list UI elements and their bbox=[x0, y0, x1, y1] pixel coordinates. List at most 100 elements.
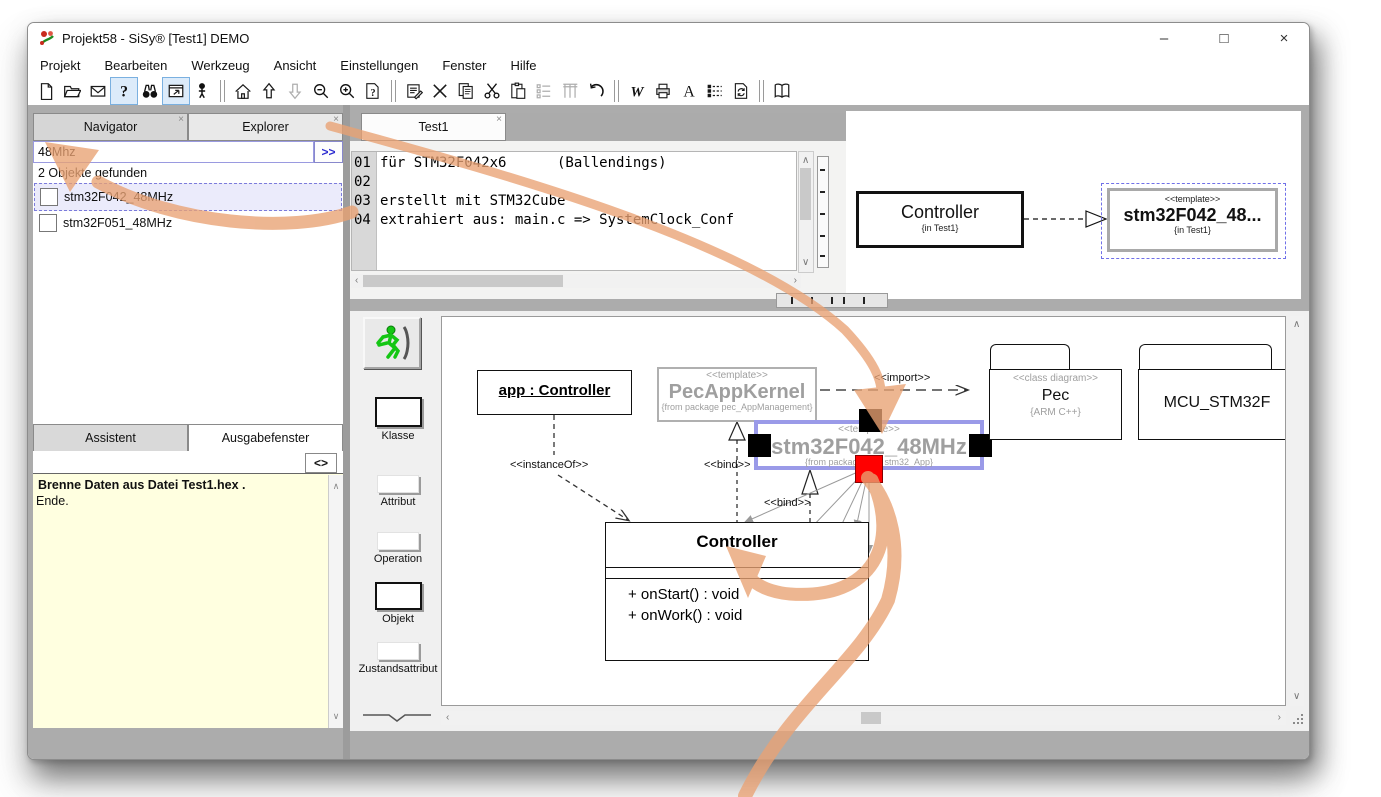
tab-ausgabefenster[interactable]: Ausgabefenster bbox=[188, 424, 343, 452]
scroll-right-icon[interactable]: › bbox=[1278, 713, 1281, 723]
menu-werkzeug[interactable]: Werkzeug bbox=[191, 58, 249, 73]
tree-list-icon[interactable] bbox=[531, 78, 557, 104]
scroll-right-icon[interactable]: › bbox=[794, 276, 797, 286]
diagram-vscrollbar[interactable]: ∧ ∨ bbox=[1290, 316, 1304, 706]
book-icon[interactable] bbox=[769, 78, 795, 104]
scroll-up-icon[interactable]: ∧ bbox=[1293, 320, 1300, 330]
palette-tool-objekt[interactable]: Objekt bbox=[356, 582, 440, 625]
code-line: für STM32F042x6 (Ballendings) bbox=[380, 155, 667, 171]
zoom-in-icon[interactable] bbox=[334, 78, 360, 104]
toolbar-separator bbox=[391, 80, 396, 102]
controller-class-node[interactable]: Controller + onStart() : void + onWork()… bbox=[605, 522, 869, 661]
pec-package-node[interactable]: <<class diagram>> Pec {ARM C++} bbox=[989, 369, 1122, 440]
panel-splitter[interactable] bbox=[343, 105, 350, 759]
open-folder-icon[interactable] bbox=[59, 78, 85, 104]
page-help-icon[interactable]: ? bbox=[360, 78, 386, 104]
menu-bearbeiten[interactable]: Bearbeiten bbox=[104, 58, 167, 73]
close-tab-icon[interactable]: × bbox=[333, 115, 339, 125]
paste-icon[interactable] bbox=[505, 78, 531, 104]
window-maximize-icon[interactable] bbox=[163, 78, 189, 104]
scroll-left-icon[interactable]: ‹ bbox=[355, 276, 358, 286]
close-tab-icon[interactable]: × bbox=[178, 115, 184, 125]
result-count: 2 Objekte gefunden bbox=[38, 166, 147, 180]
navigate-down-icon[interactable] bbox=[282, 78, 308, 104]
title-bar[interactable]: Projekt58 - SiSy® [Test1] DEMO – □ × bbox=[28, 23, 1309, 53]
font-icon[interactable]: A bbox=[676, 78, 702, 104]
list-item[interactable]: stm32F051_48MHz bbox=[34, 210, 340, 236]
resize-handle-left[interactable] bbox=[748, 434, 771, 457]
palette-tool-klasse[interactable]: Klasse bbox=[356, 397, 440, 442]
scroll-left-icon[interactable]: ‹ bbox=[446, 713, 449, 723]
attribut-shape-icon bbox=[377, 475, 419, 493]
copy-icon[interactable] bbox=[453, 78, 479, 104]
undo-icon[interactable] bbox=[583, 78, 609, 104]
overview-controller-node[interactable]: Controller {in Test1} bbox=[856, 191, 1024, 248]
scroll-down-icon[interactable]: ∨ bbox=[802, 258, 809, 268]
mcu-package-node[interactable]: MCU_STM32F bbox=[1138, 369, 1286, 440]
palette-tool-operation[interactable]: Operation bbox=[356, 532, 440, 565]
cut-icon[interactable] bbox=[479, 78, 505, 104]
output-scrollbar[interactable]: ∧ ∨ bbox=[328, 475, 343, 728]
table-columns-icon[interactable] bbox=[557, 78, 583, 104]
scroll-down-icon[interactable]: ∨ bbox=[1293, 692, 1300, 702]
scroll-up-icon[interactable]: ∧ bbox=[329, 481, 343, 492]
menu-fenster[interactable]: Fenster bbox=[442, 58, 486, 73]
search-binoculars-icon[interactable] bbox=[137, 78, 163, 104]
maximize-button[interactable]: □ bbox=[1209, 30, 1239, 47]
tab-explorer[interactable]: Explorer × bbox=[188, 113, 343, 141]
code-editor[interactable]: 01für STM32F042x6 (Ballendings) 02 03ers… bbox=[351, 151, 797, 271]
menu-einstellungen[interactable]: Einstellungen bbox=[340, 58, 418, 73]
word-export-icon[interactable]: W bbox=[624, 78, 650, 104]
menu-ansicht[interactable]: Ansicht bbox=[274, 58, 317, 73]
scroll-down-icon[interactable]: ∨ bbox=[329, 711, 343, 722]
line-number: 03 bbox=[352, 193, 376, 209]
person-icon[interactable] bbox=[189, 78, 215, 104]
diagram-hscrollbar[interactable]: ‹ › bbox=[441, 711, 1286, 725]
resize-handle-top[interactable] bbox=[859, 409, 882, 432]
search-expand-button[interactable]: >> bbox=[314, 141, 343, 163]
scrollbar-thumb[interactable] bbox=[800, 168, 811, 220]
close-button[interactable]: × bbox=[1269, 30, 1299, 47]
editor-vscrollbar[interactable]: ∧ ∨ bbox=[798, 151, 814, 273]
home-icon[interactable] bbox=[230, 78, 256, 104]
mail-icon[interactable] bbox=[85, 78, 111, 104]
navigate-up-icon[interactable] bbox=[256, 78, 282, 104]
output-console[interactable]: Brenne Daten aus Datei Test1.hex . Ende.… bbox=[33, 473, 343, 728]
diagram-canvas[interactable]: app : Controller <<instanceOf>> <<templa… bbox=[441, 316, 1286, 706]
zoom-out-icon[interactable] bbox=[308, 78, 334, 104]
resize-grip-icon[interactable] bbox=[1292, 713, 1306, 727]
delete-x-icon[interactable] bbox=[427, 78, 453, 104]
app-window: Projekt58 - SiSy® [Test1] DEMO – □ × Pro… bbox=[27, 22, 1310, 760]
menu-projekt[interactable]: Projekt bbox=[40, 58, 80, 73]
pecappkernel-node[interactable]: <<template>> PecAppKernel {from package … bbox=[657, 367, 817, 422]
edit-properties-icon[interactable] bbox=[401, 78, 427, 104]
palette-tool-attribut[interactable]: Attribut bbox=[356, 475, 440, 508]
tab-navigator[interactable]: Navigator × bbox=[33, 113, 188, 141]
item-checkbox[interactable] bbox=[39, 214, 57, 232]
run-button[interactable] bbox=[363, 317, 421, 369]
help-icon[interactable]: ? bbox=[111, 78, 137, 104]
overview-template-node[interactable]: <<template>> stm32F042_48... {in Test1} bbox=[1107, 188, 1278, 252]
tab-test1[interactable]: Test1 × bbox=[361, 113, 506, 141]
palette-tool-zustandsattribut[interactable]: Zustandsattribut bbox=[356, 642, 440, 675]
refresh-page-icon[interactable] bbox=[728, 78, 754, 104]
editor-hscrollbar[interactable]: ‹ › bbox=[351, 274, 801, 288]
code-view-button[interactable]: <> bbox=[305, 453, 337, 473]
search-input[interactable] bbox=[33, 141, 314, 163]
app-object-node[interactable]: app : Controller bbox=[477, 370, 632, 415]
scroll-up-icon[interactable]: ∧ bbox=[802, 156, 809, 166]
menu-hilfe[interactable]: Hilfe bbox=[510, 58, 536, 73]
pane-splitter-handle[interactable] bbox=[776, 293, 888, 308]
minimize-button[interactable]: – bbox=[1149, 30, 1179, 47]
close-tab-icon[interactable]: × bbox=[496, 115, 502, 125]
item-checkbox[interactable] bbox=[40, 188, 58, 206]
scrollbar-thumb[interactable] bbox=[861, 712, 881, 724]
list-item[interactable]: stm32F042_48MHz bbox=[34, 183, 342, 211]
palette-collapse-icon[interactable] bbox=[361, 711, 435, 725]
tab-assistent[interactable]: Assistent bbox=[33, 424, 188, 452]
link-handle-red[interactable] bbox=[855, 455, 883, 483]
scrollbar-thumb[interactable] bbox=[363, 275, 563, 287]
bullet-list-icon[interactable] bbox=[702, 78, 728, 104]
new-document-icon[interactable] bbox=[33, 78, 59, 104]
print-icon[interactable] bbox=[650, 78, 676, 104]
